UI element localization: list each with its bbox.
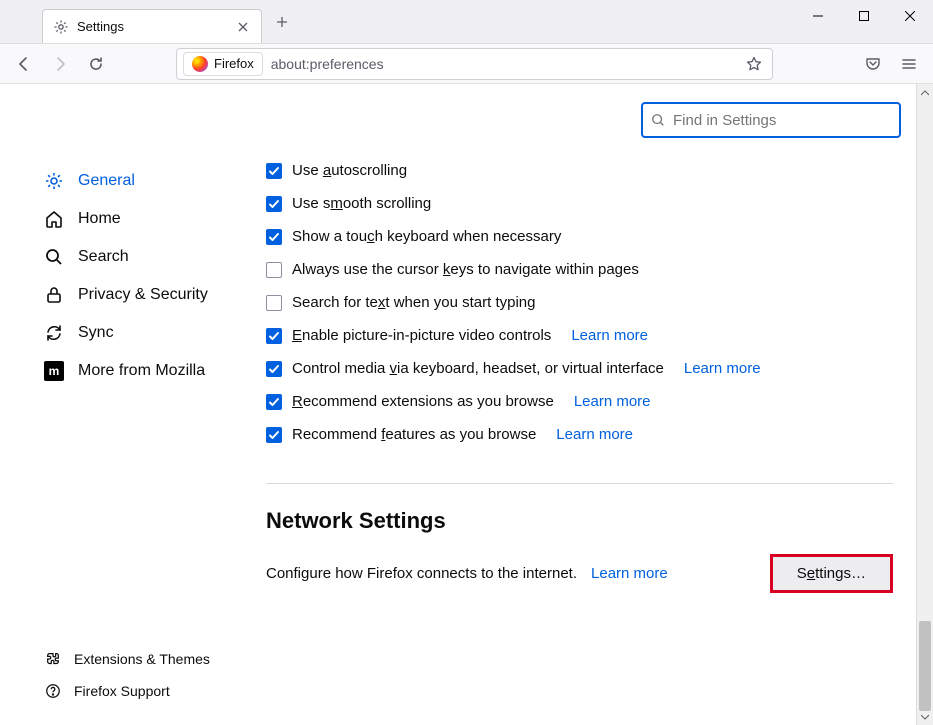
checkbox-label[interactable]: Use smooth scrolling	[292, 195, 431, 212]
gear-icon	[53, 19, 69, 35]
tab-strip: Settings	[0, 0, 296, 43]
network-settings-button[interactable]: Settings…	[770, 554, 893, 593]
checkbox[interactable]	[266, 427, 282, 443]
sidebar-footer-label: Firefox Support	[74, 683, 170, 699]
vertical-scrollbar[interactable]	[916, 84, 933, 725]
window-controls	[795, 0, 933, 32]
main-pane: Use autoscrolling Use smooth scrolling Sho…	[230, 84, 933, 725]
checkbox-label[interactable]: Enable picture-in-picture video controls	[292, 327, 551, 344]
tab-settings[interactable]: Settings	[42, 9, 262, 43]
lock-icon	[44, 285, 64, 305]
sidebar-item-home[interactable]: Home	[0, 200, 230, 238]
maximize-button[interactable]	[841, 0, 887, 32]
network-settings-title: Network Settings	[266, 508, 893, 534]
content-area: General Home Search Privacy & Security S…	[0, 84, 933, 725]
checkbox-label[interactable]: Use autoscrolling	[292, 162, 407, 179]
browsing-option-8: Recommend features as you browse Learn mo…	[266, 426, 893, 443]
minimize-button[interactable]	[795, 0, 841, 32]
network-settings-row: Configure how Firefox connects to the in…	[266, 554, 893, 593]
browsing-option-7: Recommend extensions as you browse Learn …	[266, 393, 893, 410]
checkbox-label[interactable]: Recommend extensions as you browse	[292, 393, 554, 410]
sidebar-item-more-mozilla[interactable]: m More from Mozilla	[0, 352, 230, 390]
browsing-options: Use autoscrolling Use smooth scrolling Sho…	[266, 162, 893, 443]
titlebar: Settings	[0, 0, 933, 44]
url-bar[interactable]: Firefox	[176, 48, 773, 80]
learn-more-link[interactable]: Learn more	[684, 360, 761, 377]
sidebar-item-label: Sync	[78, 324, 114, 342]
checkbox[interactable]	[266, 229, 282, 245]
network-learn-more-link[interactable]: Learn more	[591, 565, 668, 582]
sidebar-extensions-themes[interactable]: Extensions & Themes	[0, 643, 230, 675]
browsing-option-4: Search for text when you start typing	[266, 294, 893, 311]
browsing-option-1: Use smooth scrolling	[266, 195, 893, 212]
browsing-option-5: Enable picture-in-picture video controls…	[266, 327, 893, 344]
checkbox-label[interactable]: Control media via keyboard, headset, or …	[292, 360, 664, 377]
browsing-option-2: Show a touch keyboard when necessary	[266, 228, 893, 245]
nav-toolbar: Firefox	[0, 44, 933, 84]
sidebar-footer-label: Extensions & Themes	[74, 651, 210, 667]
tab-label: Settings	[77, 19, 227, 34]
learn-more-link[interactable]: Learn more	[571, 327, 648, 344]
url-input[interactable]	[269, 55, 736, 73]
checkbox-label[interactable]: Always use the cursor keys to navigate w…	[292, 261, 639, 278]
checkbox[interactable]	[266, 394, 282, 410]
new-tab-button[interactable]	[268, 8, 296, 36]
save-pocket-button[interactable]	[857, 48, 889, 80]
question-icon	[44, 682, 62, 700]
bookmark-star-icon[interactable]	[742, 52, 766, 76]
close-window-button[interactable]	[887, 0, 933, 32]
checkbox[interactable]	[266, 295, 282, 311]
sidebar-item-label: Search	[78, 248, 129, 266]
puzzle-icon	[44, 650, 62, 668]
gear-icon	[44, 171, 64, 191]
identity-label: Firefox	[214, 56, 254, 71]
sidebar-item-general[interactable]: General	[0, 162, 230, 200]
close-icon[interactable]	[235, 19, 251, 35]
checkbox[interactable]	[266, 196, 282, 212]
search-icon	[44, 247, 64, 267]
scroll-thumb[interactable]	[919, 621, 931, 711]
mozilla-icon: m	[44, 361, 64, 381]
back-button[interactable]	[8, 48, 40, 80]
sidebar-item-label: More from Mozilla	[78, 362, 205, 380]
reload-button[interactable]	[80, 48, 112, 80]
browsing-option-3: Always use the cursor keys to navigate w…	[266, 261, 893, 278]
checkbox[interactable]	[266, 328, 282, 344]
sidebar-item-sync[interactable]: Sync	[0, 314, 230, 352]
sidebar-firefox-support[interactable]: Firefox Support	[0, 675, 230, 707]
checkbox[interactable]	[266, 163, 282, 179]
browsing-option-0: Use autoscrolling	[266, 162, 893, 179]
forward-button[interactable]	[44, 48, 76, 80]
learn-more-link[interactable]: Learn more	[574, 393, 651, 410]
sidebar-item-label: Privacy & Security	[78, 286, 208, 304]
scroll-track[interactable]	[917, 101, 933, 708]
checkbox-label[interactable]: Search for text when you start typing	[292, 294, 535, 311]
firefox-logo-icon	[192, 56, 208, 72]
scroll-up-arrow[interactable]	[917, 84, 933, 101]
checkbox-label[interactable]: Show a touch keyboard when necessary	[292, 228, 561, 245]
sidebar-item-label: Home	[78, 210, 121, 228]
sidebar-item-search[interactable]: Search	[0, 238, 230, 276]
checkbox-label[interactable]: Recommend features as you browse	[292, 426, 536, 443]
identity-box[interactable]: Firefox	[183, 52, 263, 76]
home-icon	[44, 209, 64, 229]
checkbox[interactable]	[266, 262, 282, 278]
sync-icon	[44, 323, 64, 343]
network-desc: Configure how Firefox connects to the in…	[266, 565, 577, 582]
learn-more-link[interactable]: Learn more	[556, 426, 633, 443]
sidebar-item-privacy[interactable]: Privacy & Security	[0, 276, 230, 314]
browsing-option-6: Control media via keyboard, headset, or …	[266, 360, 893, 377]
checkbox[interactable]	[266, 361, 282, 377]
section-divider	[266, 483, 893, 484]
app-menu-button[interactable]	[893, 48, 925, 80]
sidebar: General Home Search Privacy & Security S…	[0, 84, 230, 725]
sidebar-item-label: General	[78, 172, 135, 190]
